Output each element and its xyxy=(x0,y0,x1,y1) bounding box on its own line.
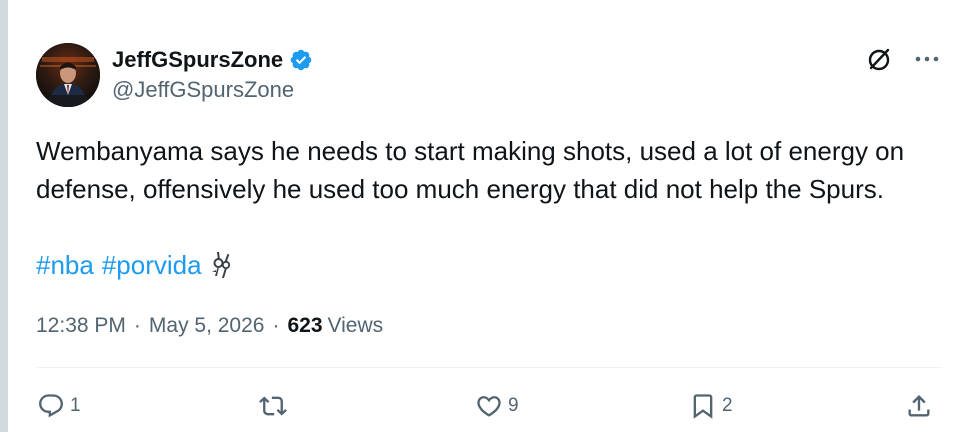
bookmark-count: 2 xyxy=(722,395,733,416)
author-name-row: JeffGSpursZone xyxy=(112,46,313,74)
left-border xyxy=(0,0,8,432)
avatar[interactable] xyxy=(36,43,100,107)
views-count: 623 xyxy=(287,314,323,337)
hashtag-row: #nba #porvida xyxy=(36,246,234,284)
tweet-text: Wembanyama says he needs to start making… xyxy=(36,136,905,204)
share-button[interactable] xyxy=(904,390,934,422)
bookmark-icon xyxy=(688,391,718,421)
avatar-image xyxy=(36,43,100,107)
reply-count: 1 xyxy=(70,395,81,416)
author-display-name[interactable]: JeffGSpursZone xyxy=(112,46,283,74)
meta-separator-2: · xyxy=(272,314,280,337)
retweet-button[interactable] xyxy=(258,390,292,422)
meta-separator: · xyxy=(133,314,141,337)
author-handle[interactable]: @JeffGSpursZone xyxy=(112,76,313,104)
views-label: Views xyxy=(327,314,384,337)
tweet-meta: 12:38 PM · May 5, 2026 · 623 Views xyxy=(36,312,383,340)
grok-icon[interactable] xyxy=(864,44,894,74)
tweet-date[interactable]: May 5, 2026 xyxy=(149,312,265,340)
top-actions xyxy=(864,44,942,74)
hashtag-nba[interactable]: #nba xyxy=(36,246,94,284)
like-button[interactable]: 9 xyxy=(474,390,519,422)
tweet-card: JeffGSpursZone @JeffGSpursZone Wembanyam… xyxy=(8,0,960,432)
bookmark-button[interactable]: 2 xyxy=(688,390,733,422)
tweet-time[interactable]: 12:38 PM xyxy=(36,312,126,340)
divider xyxy=(36,367,942,368)
spurs-emoji-icon xyxy=(210,250,234,280)
more-options-icon[interactable] xyxy=(912,44,942,74)
like-count: 9 xyxy=(508,395,519,416)
share-icon xyxy=(904,391,934,421)
retweet-icon xyxy=(258,391,288,421)
heart-icon xyxy=(474,391,504,421)
hashtag-porvida[interactable]: #porvida xyxy=(102,246,202,284)
reply-button[interactable]: 1 xyxy=(36,390,81,422)
author-block: JeffGSpursZone @JeffGSpursZone xyxy=(112,46,313,104)
reply-icon xyxy=(36,391,66,421)
verified-badge-icon[interactable] xyxy=(289,48,313,72)
